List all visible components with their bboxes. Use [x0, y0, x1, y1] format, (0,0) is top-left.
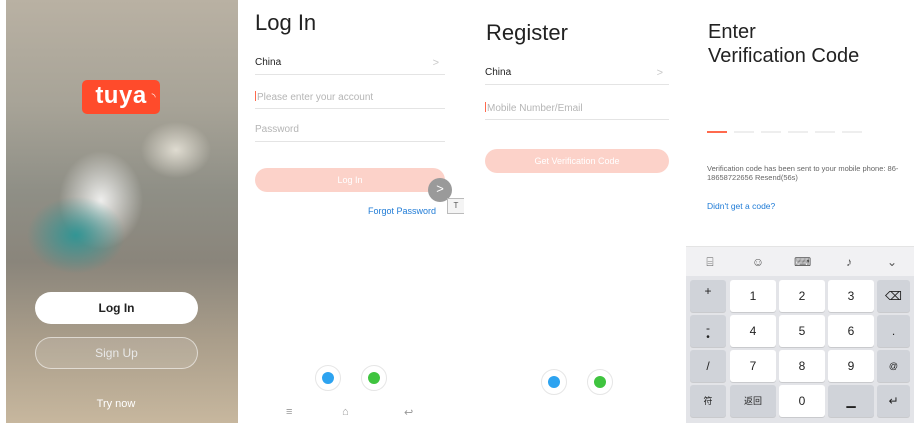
wechat-login-icon[interactable]	[587, 369, 613, 395]
didnt-get-code-link[interactable]: Didn't get a code?	[707, 201, 775, 211]
qq-icon	[548, 376, 560, 388]
wechat-login-icon[interactable]	[361, 365, 387, 391]
key-0[interactable]: 0	[779, 385, 825, 417]
account-input[interactable]: Please enter your account	[255, 91, 445, 109]
emoji-icon[interactable]: ☺	[750, 255, 766, 269]
chevron-right-icon: >	[432, 57, 439, 69]
keyboard-app-icon[interactable]: ⌸	[702, 255, 718, 269]
numeric-keyboard: + - • / 符 1 2 3 4 5 6 7 8 9 返回 0 ▁ ⌫ . @…	[686, 276, 914, 423]
wechat-icon	[368, 372, 380, 384]
code-digit-5[interactable]	[815, 131, 835, 133]
key-9[interactable]: 9	[828, 350, 874, 382]
key-2[interactable]: 2	[779, 280, 825, 312]
enter-icon: ↵	[888, 394, 899, 408]
password-input[interactable]: Password	[255, 124, 445, 142]
try-now-link[interactable]: Try now	[6, 398, 226, 410]
splash-screen: tuya ◝ Log In Sign Up Try now	[6, 0, 238, 423]
backspace-icon: ⌫	[885, 289, 902, 303]
symbol-key[interactable]: 符	[690, 385, 726, 417]
microphone-icon[interactable]: ♪	[841, 255, 857, 269]
logo-text: tuya	[95, 82, 147, 109]
page-title: Enter Verification Code	[708, 20, 859, 68]
chevron-down-icon[interactable]: ⌄	[884, 255, 900, 269]
keyboard-toolbar: ⌸ ☺ ⌨ ♪ ⌄	[686, 246, 914, 277]
enter-key[interactable]: ↵	[877, 385, 910, 417]
mobile-placeholder: Mobile Number/Email	[487, 103, 583, 114]
login-screen: Log In China > Please enter your account…	[242, 0, 464, 423]
get-verification-code-button[interactable]: Get Verification Code	[485, 149, 669, 173]
code-digit-3[interactable]	[761, 131, 781, 133]
plus-key[interactable]: +	[690, 280, 726, 312]
floating-tab-icon[interactable]: T	[447, 198, 464, 214]
code-digit-6[interactable]	[842, 131, 862, 133]
menu-icon[interactable]: ≡	[286, 406, 292, 418]
key-8[interactable]: 8	[779, 350, 825, 382]
at-key[interactable]: @	[877, 350, 910, 382]
page-title: Log In	[255, 10, 317, 35]
verification-sent-text: Verification code has been sent to your …	[707, 164, 899, 182]
qq-login-icon[interactable]	[315, 365, 341, 391]
code-digit-2[interactable]	[734, 131, 754, 133]
slash-key[interactable]: /	[690, 350, 726, 382]
back-icon[interactable]: ↩	[404, 406, 413, 419]
system-nav-bar: ≡ ⌂ ↩	[242, 404, 464, 423]
wifi-icon: ◝	[151, 92, 156, 103]
login-button[interactable]: Log In	[35, 292, 198, 324]
key-3[interactable]: 3	[828, 280, 874, 312]
title-line-2: Verification Code	[708, 45, 860, 67]
country-selector[interactable]: China >	[485, 67, 669, 85]
key-6[interactable]: 6	[828, 315, 874, 347]
text-caret	[255, 91, 256, 101]
code-digit-4[interactable]	[788, 131, 808, 133]
key-7[interactable]: 7	[730, 350, 776, 382]
page-title: Register	[486, 20, 568, 45]
wechat-icon	[594, 376, 606, 388]
country-selector[interactable]: China >	[255, 57, 445, 75]
qq-login-icon[interactable]	[541, 369, 567, 395]
key-5[interactable]: 5	[779, 315, 825, 347]
space-key[interactable]: ▁	[828, 385, 874, 417]
mobile-email-input[interactable]: Mobile Number/Email	[485, 102, 669, 120]
keyboard-icon[interactable]: ⌨	[794, 255, 811, 269]
country-value: China	[485, 67, 512, 78]
account-placeholder: Please enter your account	[257, 92, 374, 103]
home-icon[interactable]: ⌂	[342, 406, 349, 418]
key-4[interactable]: 4	[730, 315, 776, 347]
back-key[interactable]: 返回	[730, 385, 776, 417]
code-digit-1[interactable]	[707, 131, 727, 133]
forgot-password-link[interactable]: Forgot Password	[368, 206, 436, 216]
country-value: China	[255, 57, 282, 68]
password-placeholder: Password	[255, 124, 299, 135]
verification-screen: Enter Verification Code Verification cod…	[686, 0, 914, 423]
dot-key[interactable]: •	[690, 332, 726, 347]
space-icon: ▁	[846, 394, 856, 408]
text-caret	[485, 102, 486, 112]
period-key[interactable]: .	[877, 315, 910, 347]
login-submit-button[interactable]: Log In	[255, 168, 445, 192]
signup-button[interactable]: Sign Up	[35, 337, 198, 369]
chevron-right-icon: >	[656, 67, 663, 79]
register-screen: Register China > Mobile Number/Email Get…	[470, 0, 680, 423]
title-line-1: Enter	[708, 21, 756, 43]
key-1[interactable]: 1	[730, 280, 776, 312]
backspace-key[interactable]: ⌫	[877, 280, 910, 312]
qq-icon	[322, 372, 334, 384]
tuya-logo: tuya ◝	[82, 80, 160, 114]
